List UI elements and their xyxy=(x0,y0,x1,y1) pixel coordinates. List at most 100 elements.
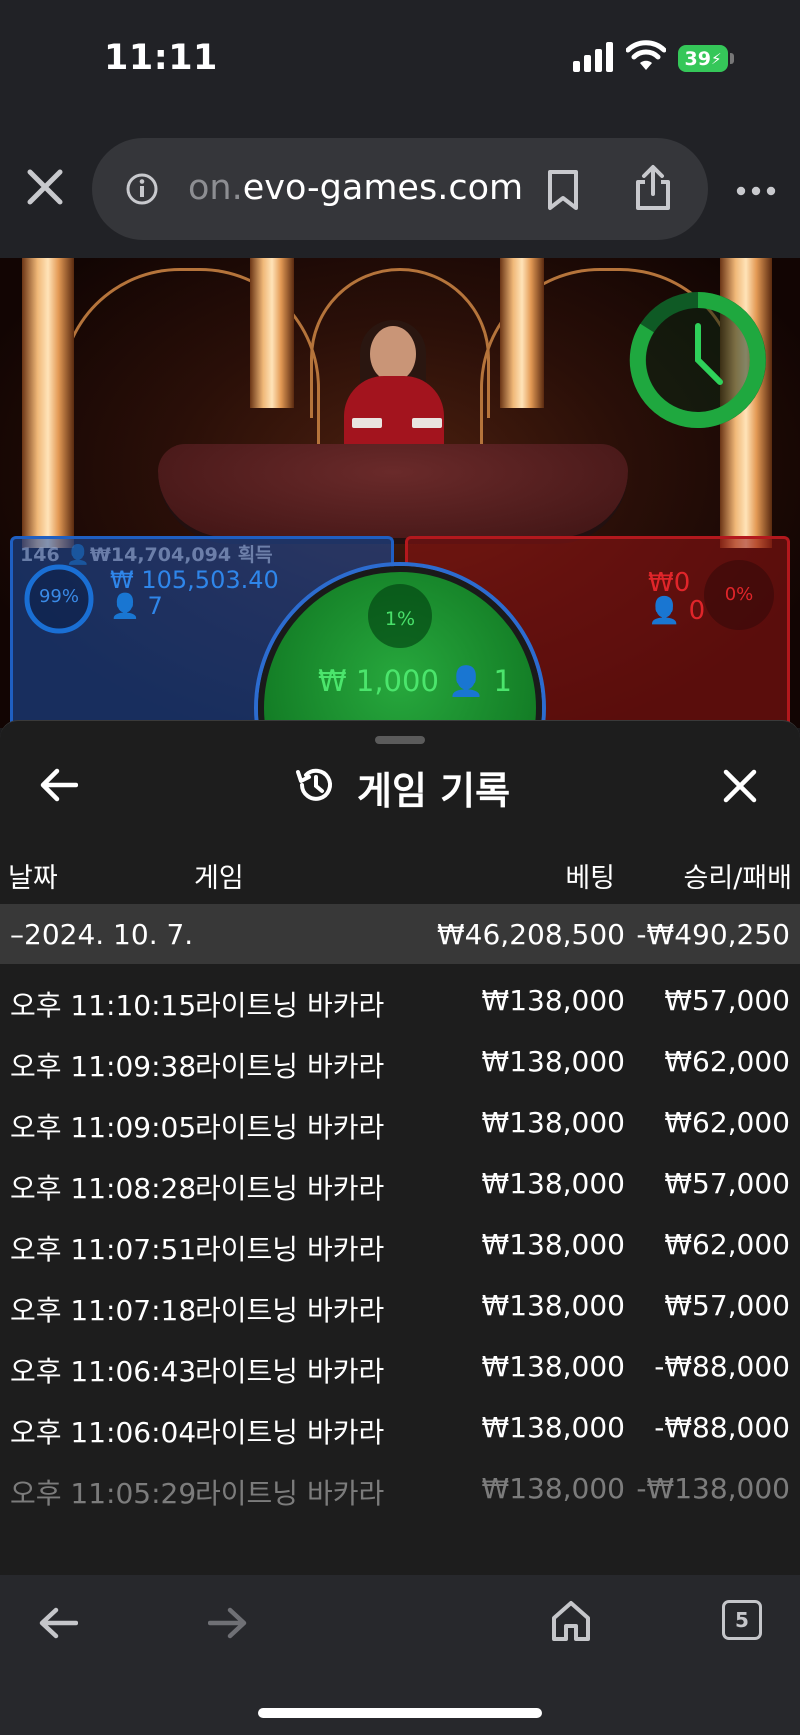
row-game: 라이트닝 바카라 xyxy=(195,1416,385,1449)
row-time: 오후 11:09:38 xyxy=(10,1050,197,1083)
tie-bet-amount: ₩ 1,000 👤 1 xyxy=(318,664,512,699)
back-arrow-icon[interactable] xyxy=(40,768,78,802)
row-time: 오후 11:09:05 xyxy=(10,1111,197,1144)
status-time: 11:11 xyxy=(104,38,218,78)
url-faded-part: on. xyxy=(188,168,243,208)
player-percent: 99% xyxy=(38,586,79,607)
history-row[interactable]: 오후 11:06:04 라이트닝 바카라 ₩138,000 -₩88,000 xyxy=(0,1397,800,1458)
row-game: 라이트닝 바카라 xyxy=(195,1355,385,1388)
user-icon: 👤 xyxy=(448,664,485,698)
column-header-date: 날짜 xyxy=(8,863,58,894)
row-result: ₩62,000 xyxy=(664,1228,790,1261)
row-time: 오후 11:07:51 xyxy=(10,1233,197,1266)
baccarat-table xyxy=(158,444,628,544)
row-time: 오후 11:07:18 xyxy=(10,1294,197,1327)
playing-card xyxy=(352,418,382,428)
history-row[interactable]: 오후 11:07:51 라이트닝 바카라 ₩138,000 ₩62,000 xyxy=(0,1214,800,1275)
player-bettors: 👤 7 xyxy=(110,592,163,620)
row-time: 오후 11:06:43 xyxy=(10,1355,197,1388)
row-result: ₩57,000 xyxy=(664,1289,790,1322)
user-icon: 👤 xyxy=(110,592,140,620)
stage-pillar xyxy=(500,258,544,408)
row-bet: ₩138,000 xyxy=(481,1289,625,1322)
banker-bettor-count: 0 xyxy=(688,596,706,626)
user-icon: 👤 xyxy=(648,596,681,626)
history-rows: 오후 11:10:15 라이트닝 바카라 ₩138,000 ₩57,000 오후… xyxy=(0,970,800,1519)
row-result: -₩138,000 xyxy=(636,1472,790,1505)
wifi-icon xyxy=(626,40,666,70)
history-row[interactable]: 오후 11:08:28 라이트닝 바카라 ₩138,000 ₩57,000 xyxy=(0,1153,800,1214)
cellular-signal-icon xyxy=(573,42,615,72)
history-row[interactable]: 오후 11:06:43 라이트닝 바카라 ₩138,000 -₩88,000 xyxy=(0,1336,800,1397)
tie-percent: 1% xyxy=(384,608,416,630)
back-arrow-icon[interactable] xyxy=(38,1606,78,1640)
date-group-date: –2024. 10. 7. xyxy=(10,918,194,951)
url-domain: evo-games.com xyxy=(242,168,524,208)
row-result: ₩57,000 xyxy=(664,1167,790,1200)
home-indicator[interactable] xyxy=(258,1708,542,1718)
row-bet: ₩138,000 xyxy=(481,1228,625,1261)
forward-arrow-icon[interactable] xyxy=(208,1606,248,1640)
row-time: 오후 11:06:04 xyxy=(10,1416,197,1449)
tie-bettor-count: 1 xyxy=(493,664,512,698)
player-bet-amount: ₩ 105,503.40 xyxy=(110,566,279,594)
tie-amount-value: ₩ 1,000 xyxy=(318,664,439,698)
column-header-bet: 베팅 xyxy=(565,863,615,894)
battery-indicator: 39 ⚡ xyxy=(678,45,728,72)
history-icon xyxy=(296,768,332,801)
row-game: 라이트닝 바카라 xyxy=(195,1233,385,1266)
sheet-title: 게임 기록 xyxy=(357,769,511,813)
row-time: 오후 11:05:29 xyxy=(10,1477,197,1510)
row-bet: ₩138,000 xyxy=(481,1472,625,1505)
row-game: 라이트닝 바카라 xyxy=(195,1172,385,1205)
sheet-drag-handle[interactable] xyxy=(375,736,425,744)
row-game: 라이트닝 바카라 xyxy=(195,1294,385,1327)
row-result: ₩62,000 xyxy=(664,1045,790,1078)
home-icon[interactable] xyxy=(550,1598,592,1642)
close-icon[interactable] xyxy=(722,768,758,804)
url-text[interactable]: on.evo-games.com xyxy=(188,168,523,208)
player-bettor-count: 7 xyxy=(147,592,163,620)
row-result: -₩88,000 xyxy=(654,1350,790,1383)
row-game: 라이트닝 바카라 xyxy=(195,1050,385,1083)
battery-tip xyxy=(730,53,734,64)
column-header-game: 게임 xyxy=(194,863,244,894)
row-bet: ₩138,000 xyxy=(481,1106,625,1139)
playing-card xyxy=(412,418,442,428)
row-bet: ₩138,000 xyxy=(481,1045,625,1078)
row-result: ₩57,000 xyxy=(664,984,790,1017)
more-icon[interactable] xyxy=(736,186,776,196)
row-game: 라이트닝 바카라 xyxy=(195,1111,385,1144)
tabs-button[interactable]: 5 xyxy=(722,1600,762,1640)
row-bet: ₩138,000 xyxy=(481,1350,625,1383)
row-game: 라이트닝 바카라 xyxy=(195,989,385,1022)
close-icon[interactable] xyxy=(26,168,64,206)
stage-pillar xyxy=(22,258,74,548)
battery-level: 39 xyxy=(684,47,711,70)
banker-bettors: 👤 0 xyxy=(648,596,705,626)
history-row[interactable]: 오후 11:05:29 라이트닝 바카라 ₩138,000 -₩138,000 xyxy=(0,1458,800,1519)
banker-percent: 0% xyxy=(724,584,754,605)
banker-bet-amount: ₩0 xyxy=(648,568,691,598)
row-bet: ₩138,000 xyxy=(481,984,625,1017)
row-result: -₩88,000 xyxy=(654,1411,790,1444)
info-icon[interactable] xyxy=(125,172,159,206)
row-game: 라이트닝 바카라 xyxy=(195,1477,385,1510)
row-bet: ₩138,000 xyxy=(481,1411,625,1444)
bookmark-icon[interactable] xyxy=(545,168,581,212)
dealer-face xyxy=(370,326,416,382)
row-result: ₩62,000 xyxy=(664,1106,790,1139)
row-time: 오후 11:08:28 xyxy=(10,1172,197,1205)
timer-icon xyxy=(629,292,766,428)
column-header-result: 승리/패배 xyxy=(683,863,792,894)
row-time: 오후 11:10:15 xyxy=(10,989,197,1022)
history-row[interactable]: 오후 11:09:05 라이트닝 바카라 ₩138,000 ₩62,000 xyxy=(0,1092,800,1153)
history-row[interactable]: 오후 11:09:38 라이트닝 바카라 ₩138,000 ₩62,000 xyxy=(0,1031,800,1092)
history-row[interactable]: 오후 11:07:18 라이트닝 바카라 ₩138,000 ₩57,000 xyxy=(0,1275,800,1336)
stage-pillar xyxy=(250,258,294,408)
date-group-result-total: -₩490,250 xyxy=(636,918,790,951)
date-group-bet-total: ₩46,208,500 xyxy=(436,918,625,951)
row-bet: ₩138,000 xyxy=(481,1167,625,1200)
history-row[interactable]: 오후 11:10:15 라이트닝 바카라 ₩138,000 ₩57,000 xyxy=(0,970,800,1031)
share-icon[interactable] xyxy=(632,164,674,212)
